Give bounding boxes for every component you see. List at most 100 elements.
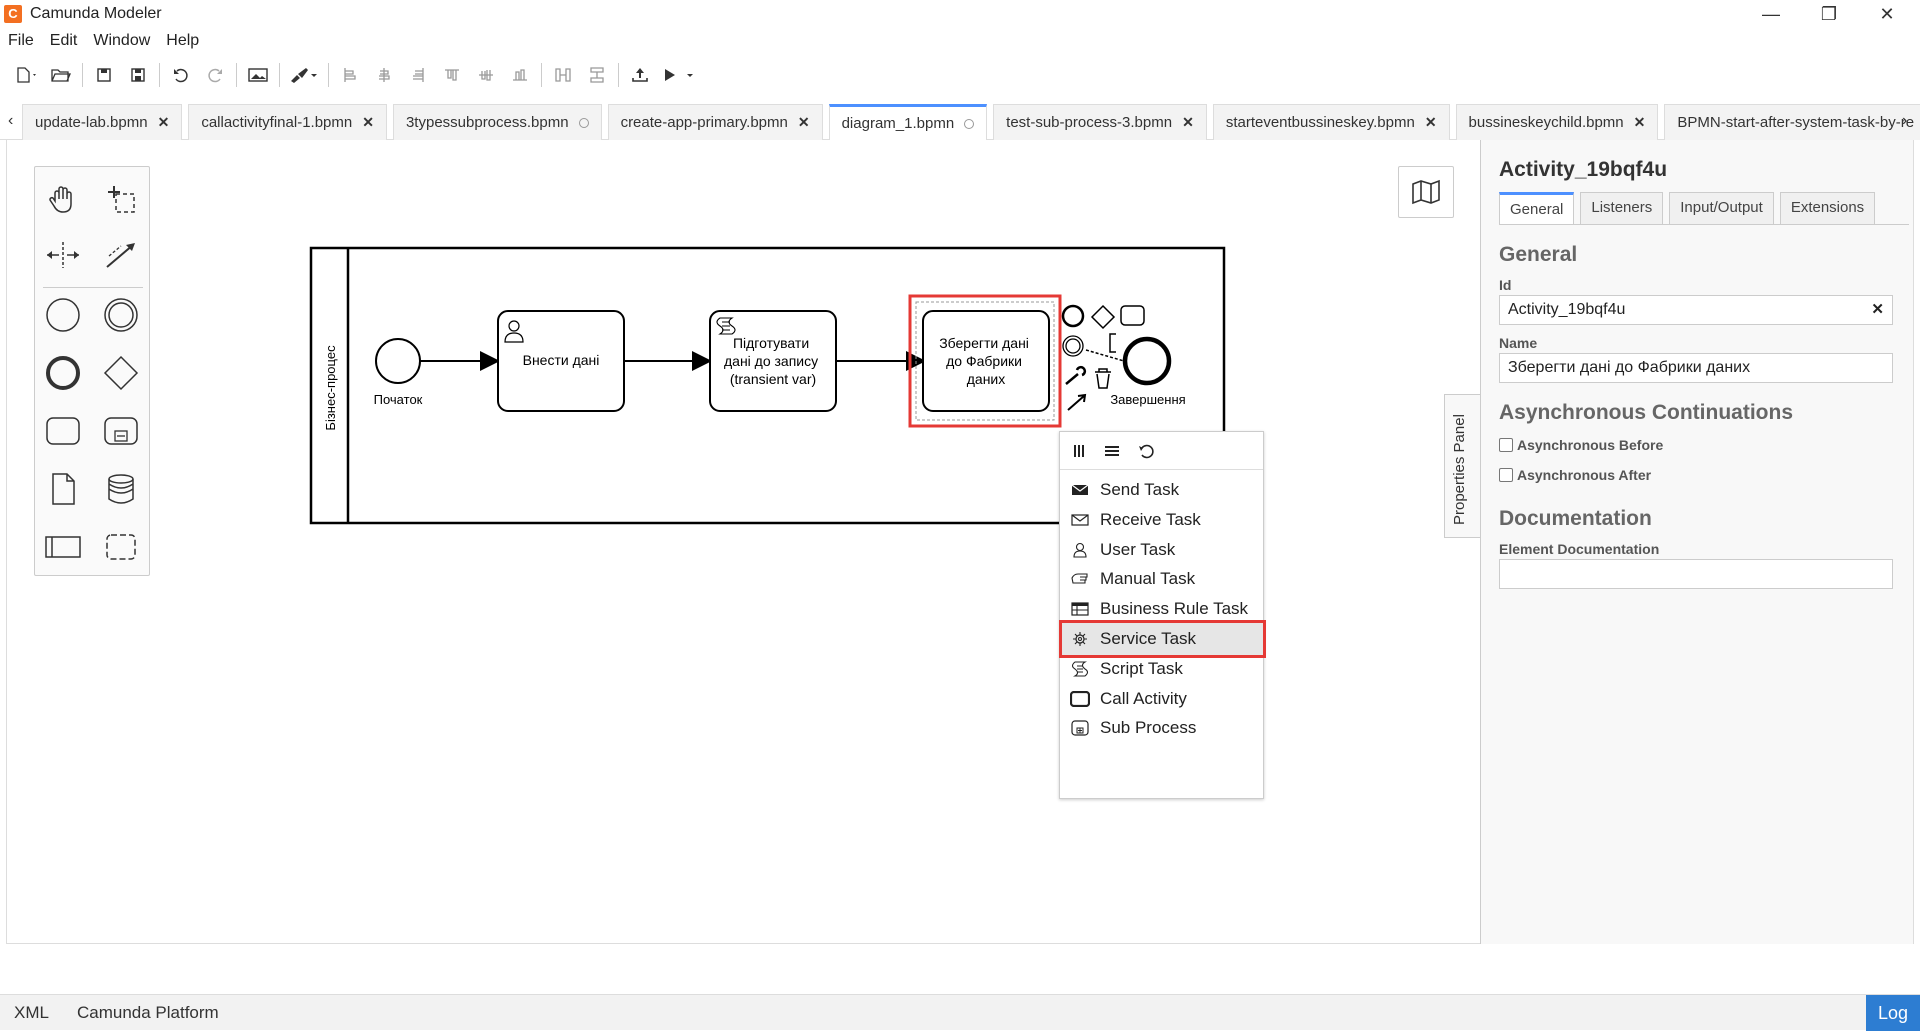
xml-view-button[interactable]: XML (14, 1003, 49, 1023)
new-file-button[interactable] (10, 61, 44, 89)
script-task-icon (1070, 661, 1090, 677)
redo-button[interactable] (198, 61, 232, 89)
tabs-scroll-left-icon[interactable]: ‹ (8, 112, 13, 130)
tab-extensions[interactable]: Extensions (1779, 192, 1876, 224)
close-tab-icon[interactable]: ✕ (1182, 114, 1194, 131)
element-documentation-field[interactable] (1499, 559, 1893, 589)
business-rule-task-icon (1070, 601, 1090, 617)
file-tab[interactable]: bussineskeychild.bpmn ✕ (1455, 104, 1659, 140)
close-window-button[interactable]: ✕ (1858, 0, 1916, 28)
minimize-button[interactable]: — (1742, 0, 1800, 28)
close-tab-icon[interactable]: ✕ (798, 114, 810, 131)
deploy-button[interactable] (623, 61, 657, 89)
async-after-row: Asynchronous After (1499, 467, 1913, 483)
file-tab-label: 3typessubprocess.bpmn (405, 114, 569, 131)
async-after-checkbox[interactable] (1499, 468, 1513, 482)
tab-input-output[interactable]: Input/Output (1669, 192, 1774, 224)
loop-icon[interactable] (1138, 443, 1154, 459)
unsaved-indicator-icon[interactable] (578, 117, 589, 128)
align-center-button[interactable] (367, 61, 401, 89)
file-tab[interactable]: starteventbussineskey.bpmn ✕ (1212, 104, 1450, 140)
pool-icon (45, 536, 81, 558)
close-tab-icon[interactable]: ✕ (158, 114, 170, 131)
hand-tool[interactable] (41, 177, 85, 221)
create-data-store[interactable] (99, 467, 143, 511)
replace-option-sub-process[interactable]: Sub Process (1060, 710, 1265, 746)
properties-panel-toggle-label: Properties Panel (1451, 414, 1468, 525)
global-connect-tool[interactable] (99, 233, 143, 277)
create-task[interactable] (41, 409, 85, 453)
create-pool[interactable] (41, 525, 85, 569)
name-field[interactable]: Зберегти дані до Фабрики даних (1499, 353, 1893, 383)
file-tab[interactable]: BPMN-start-after-system-task-by-re (1664, 104, 1920, 140)
lasso-tool[interactable] (99, 177, 143, 221)
create-gateway[interactable] (99, 351, 143, 395)
color-button[interactable] (284, 61, 324, 89)
sequential-multi-instance-icon[interactable] (1104, 444, 1120, 458)
start-instance-button[interactable] (657, 61, 703, 89)
save-as-icon (131, 68, 145, 82)
properties-panel-toggle[interactable]: Properties Panel (1444, 394, 1480, 538)
file-tab[interactable]: create-app-primary.bpmn ✕ (607, 104, 823, 140)
toolbar-separator (279, 63, 280, 87)
create-subprocess[interactable] (99, 409, 143, 453)
tab-general[interactable]: General (1499, 192, 1575, 224)
file-tab-label: bussineskeychild.bpmn (1468, 114, 1624, 131)
id-field[interactable]: Activity_19bqf4u ✕ (1499, 295, 1893, 325)
align-bottom-button[interactable] (503, 61, 537, 89)
send-task-icon (1070, 482, 1090, 498)
menu-window[interactable]: Window (85, 30, 158, 52)
file-tab[interactable]: test-sub-process-3.bpmn ✕ (993, 104, 1207, 140)
file-tab[interactable]: diagram_1.bpmn (828, 104, 988, 140)
properties-panel: Activity_19bqf4u General Listeners Input… (1480, 140, 1914, 944)
create-group[interactable] (99, 525, 143, 569)
save-button[interactable] (87, 61, 121, 89)
align-right-button[interactable] (401, 61, 435, 89)
align-left-button[interactable] (333, 61, 367, 89)
replace-option-label: Script Task (1100, 658, 1183, 678)
replace-option-label: Sub Process (1100, 718, 1197, 738)
async-before-checkbox[interactable] (1499, 438, 1513, 452)
create-intermediate-event[interactable] (99, 293, 143, 337)
distribute-horizontal-button[interactable] (546, 61, 580, 89)
status-bar: XML Camunda Platform Log (0, 994, 1920, 1031)
id-label: Id (1499, 277, 1512, 293)
file-tab[interactable]: callactivityfinal-1.bpmn ✕ (188, 104, 387, 140)
close-tab-icon[interactable]: ✕ (362, 114, 374, 131)
open-file-button[interactable] (44, 61, 78, 89)
create-start-event[interactable] (41, 293, 85, 337)
distribute-vertical-button[interactable] (580, 61, 614, 89)
minimap-toggle[interactable] (1398, 166, 1454, 218)
save-as-button[interactable] (121, 61, 155, 89)
clear-id-icon[interactable]: ✕ (1871, 300, 1884, 318)
close-tab-icon[interactable]: ✕ (1425, 114, 1437, 131)
space-tool[interactable] (41, 233, 85, 277)
menu-help[interactable]: Help (158, 30, 207, 52)
user-task-icon (1070, 542, 1090, 558)
tab-listeners[interactable]: Listeners (1580, 192, 1664, 224)
restore-button[interactable]: ❐ (1800, 0, 1858, 28)
task-icon (46, 417, 80, 445)
tabs-scroll-right-icon[interactable]: › (1902, 112, 1907, 130)
file-tabs-bar: ‹ update-lab.bpmn ✕ callactivityfinal-1.bp… (0, 104, 1920, 140)
data-store-icon (108, 474, 134, 504)
replace-option-label: Service Task (1100, 629, 1197, 648)
undo-button[interactable] (164, 61, 198, 89)
log-button[interactable]: Log (1866, 995, 1920, 1031)
file-tab[interactable]: update-lab.bpmn ✕ (22, 104, 183, 140)
hand-icon (49, 186, 72, 213)
create-end-event[interactable] (41, 351, 85, 395)
close-tab-icon[interactable]: ✕ (1634, 114, 1646, 131)
menu-file[interactable]: File (0, 30, 42, 52)
window-title: Camunda Modeler (30, 5, 162, 22)
export-image-button[interactable] (241, 61, 275, 89)
file-tab[interactable]: 3typessubprocess.bpmn (392, 104, 602, 140)
unsaved-indicator-icon[interactable] (964, 118, 975, 129)
execution-platform[interactable]: Camunda Platform (77, 1003, 219, 1023)
align-middle-button[interactable] (469, 61, 503, 89)
parallel-multi-instance-icon[interactable] (1072, 444, 1086, 458)
create-data-object[interactable] (41, 467, 85, 511)
align-top-button[interactable] (435, 61, 469, 89)
async-before-label: Asynchronous Before (1517, 437, 1664, 453)
menu-edit[interactable]: Edit (42, 30, 86, 52)
